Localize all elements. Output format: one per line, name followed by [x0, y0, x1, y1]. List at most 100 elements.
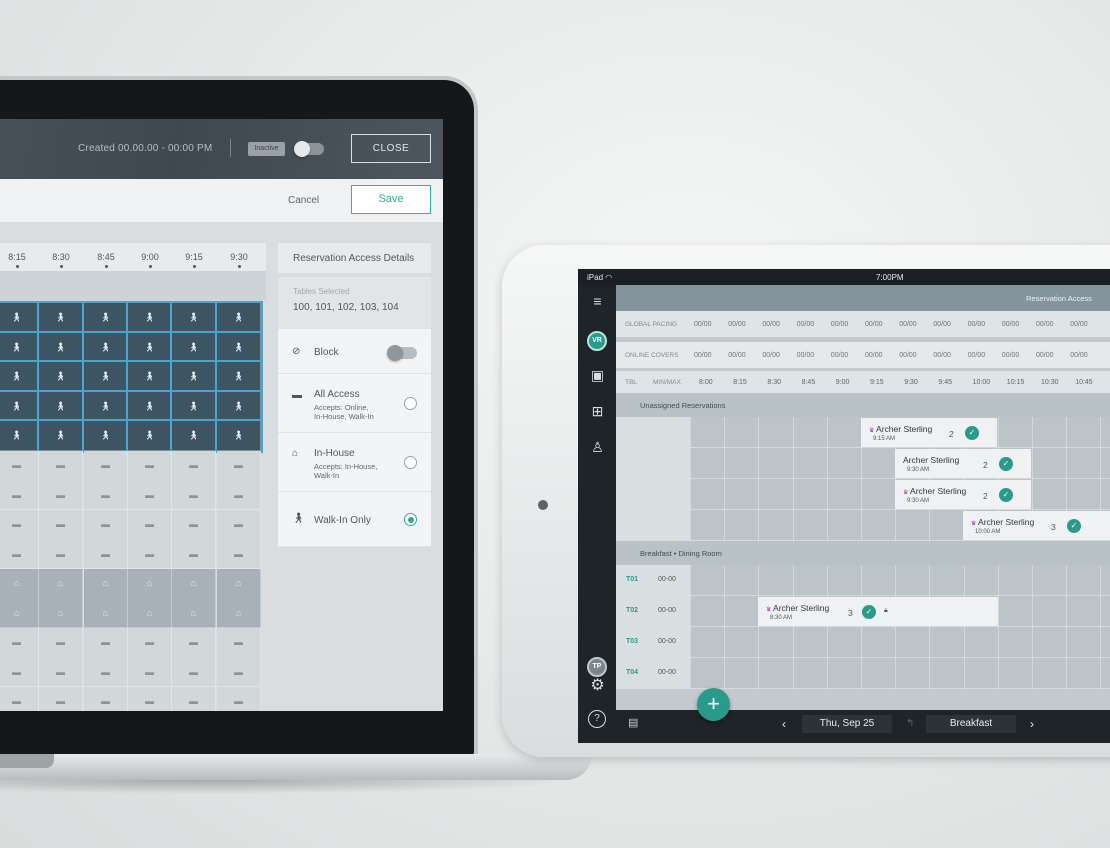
grid-cell[interactable]: ▬ [0, 686, 39, 711]
grid-cell[interactable]: ▬ [217, 686, 261, 711]
help-icon[interactable]: ? [588, 710, 606, 728]
menu-icon[interactable]: ≡ [587, 291, 608, 312]
block-toggle[interactable] [387, 345, 417, 361]
grid-cell[interactable]: 🚶︎ [37, 389, 85, 424]
grid-cell[interactable]: 🚶︎ [82, 389, 130, 424]
date-picker[interactable]: Thu, Sep 25 [802, 715, 892, 733]
user-avatar[interactable]: TP [587, 657, 607, 677]
grid-cell[interactable]: ⌂ [128, 568, 172, 599]
next-date-icon[interactable]: › [1030, 715, 1034, 733]
grid-cell[interactable]: ▬ [172, 686, 216, 711]
grid-cell[interactable]: ▬ [217, 450, 261, 481]
grid-cell[interactable]: 🚶︎ [215, 389, 263, 424]
grid-cell[interactable]: ▬ [172, 509, 216, 540]
settings-gear-icon[interactable]: ⚙ [587, 675, 608, 696]
grid-cell[interactable]: 🚶︎ [170, 360, 218, 394]
undo-icon[interactable]: ↰ [906, 715, 914, 733]
notes-icon[interactable]: ▤ [628, 716, 638, 729]
grid-cell[interactable]: ▬ [128, 627, 172, 658]
grid-cell[interactable]: ▬ [84, 509, 128, 540]
grid-cell[interactable]: ⌂ [0, 598, 39, 628]
grid-cell[interactable]: ▬ [172, 480, 216, 510]
grid-cell[interactable]: ▬ [0, 509, 39, 540]
grid-cell[interactable]: ▬ [0, 627, 39, 658]
grid-cell[interactable]: 🚶︎ [126, 419, 174, 453]
grid-cell[interactable]: ▬ [217, 509, 261, 540]
grid-cell[interactable]: 🚶︎ [82, 419, 130, 453]
grid-cell[interactable]: ▬ [172, 450, 216, 481]
grid-cell[interactable]: ▬ [217, 657, 261, 687]
schedule-lane[interactable]: ♛ Archer Sterling 9:30 AM 2 ✓ [616, 479, 1110, 510]
grid-cell[interactable]: ▬ [0, 539, 39, 569]
grid-cell[interactable]: ▬ [84, 686, 128, 711]
grid-cell[interactable]: 🚶︎ [0, 301, 41, 335]
schedule-lane[interactable]: T03 00-00 [616, 627, 1110, 658]
all-access-radio[interactable] [404, 397, 417, 410]
grid-cell[interactable]: 🚶︎ [37, 330, 85, 365]
grid-cell[interactable]: 🚶︎ [215, 419, 263, 453]
grid-cell[interactable]: ⌂ [172, 598, 216, 628]
reservation-card[interactable]: ♛ Archer Sterling 9:15 AM 2 ✓ [861, 418, 997, 447]
reservations-book-icon[interactable]: ▣ [587, 365, 608, 386]
grid-cell[interactable]: 🚶︎ [82, 360, 130, 394]
walk-in-option[interactable]: 🚶︎ Walk-In Only [278, 492, 431, 547]
grid-cell[interactable]: ▬ [172, 539, 216, 569]
grid-cell[interactable]: ▬ [172, 657, 216, 687]
grid-cell[interactable]: ▬ [128, 657, 172, 687]
save-button[interactable]: Save [351, 185, 431, 214]
grid-cell[interactable]: ▬ [39, 509, 83, 540]
grid-cell[interactable]: 🚶︎ [126, 301, 174, 335]
confirmed-check-icon[interactable]: ✓ [999, 488, 1013, 502]
active-toggle[interactable] [294, 141, 324, 157]
grid-cell[interactable]: ▬ [217, 480, 261, 510]
add-reservation-button[interactable]: + [697, 688, 730, 721]
grid-cell[interactable]: 🚶︎ [170, 419, 218, 453]
grid-cell[interactable]: ▬ [128, 539, 172, 569]
grid-cell[interactable]: ▬ [0, 480, 39, 510]
close-button[interactable]: CLOSE [351, 134, 431, 163]
grid-cell[interactable]: ▬ [172, 627, 216, 658]
grid-cell[interactable]: ▬ [84, 627, 128, 658]
grid-cell[interactable]: ▬ [39, 627, 83, 658]
reservation-card[interactable]: ♛ Archer Sterling 10:00 AM 3 ✓ [963, 511, 1110, 540]
grid-cell[interactable]: ⌂ [217, 568, 261, 599]
reservation-card[interactable]: ♛ Archer Sterling 8:30 AM 3 ✓ 🔒︎ [758, 597, 998, 626]
grid-cell[interactable]: ▬ [0, 657, 39, 687]
walk-in-radio[interactable] [404, 513, 417, 526]
floorplan-grid-icon[interactable]: ⊞ [587, 401, 608, 422]
grid-cell[interactable]: 🚶︎ [37, 360, 85, 394]
cancel-button[interactable]: Cancel [288, 195, 319, 206]
in-house-radio[interactable] [404, 456, 417, 469]
all-access-option[interactable]: ▬ All Access Accepts: Online, In-House, … [278, 374, 431, 433]
grid-cell[interactable]: 🚶︎ [0, 389, 41, 424]
grid-cell[interactable]: ⌂ [128, 598, 172, 628]
grid-cell[interactable]: ▬ [84, 450, 128, 481]
grid-cell[interactable]: 🚶︎ [126, 360, 174, 394]
grid-cell[interactable]: ▬ [39, 657, 83, 687]
in-house-option[interactable]: ⌂ In-House Accepts: In-House, Walk-In [278, 433, 431, 492]
grid-cell[interactable]: 🚶︎ [126, 330, 174, 365]
grid-cell[interactable]: ▬ [39, 480, 83, 510]
confirmed-check-icon[interactable]: ✓ [1067, 519, 1081, 533]
grid-cell[interactable]: ▬ [128, 450, 172, 481]
grid-cell[interactable]: ▬ [0, 450, 39, 481]
grid-cell[interactable]: ▬ [217, 539, 261, 569]
venue-avatar[interactable]: VR [587, 331, 607, 351]
reservation-card[interactable]: ♛ Archer Sterling 9:30 AM 2 ✓ [895, 480, 1031, 509]
grid-cell[interactable]: ⌂ [172, 568, 216, 599]
grid-cell[interactable]: ▬ [84, 539, 128, 569]
grid-cell[interactable]: 🚶︎ [37, 301, 85, 335]
grid-cell[interactable]: 🚶︎ [170, 330, 218, 365]
grid-cell[interactable]: ▬ [39, 686, 83, 711]
grid-cell[interactable]: 🚶︎ [37, 419, 85, 453]
block-option[interactable]: ⊘ Block [278, 329, 431, 374]
guest-profile-icon[interactable]: ♙ [587, 437, 608, 458]
schedule-lane[interactable]: T04 00-00 [616, 658, 1110, 689]
grid-cell[interactable]: ⌂ [217, 598, 261, 628]
grid-cell[interactable]: 🚶︎ [82, 301, 130, 335]
shift-picker[interactable]: Breakfast [926, 715, 1016, 733]
grid-cell[interactable]: 🚶︎ [170, 389, 218, 424]
grid-cell[interactable]: ▬ [128, 480, 172, 510]
grid-cell[interactable]: ▬ [84, 480, 128, 510]
grid-cell[interactable]: 🚶︎ [0, 419, 41, 453]
